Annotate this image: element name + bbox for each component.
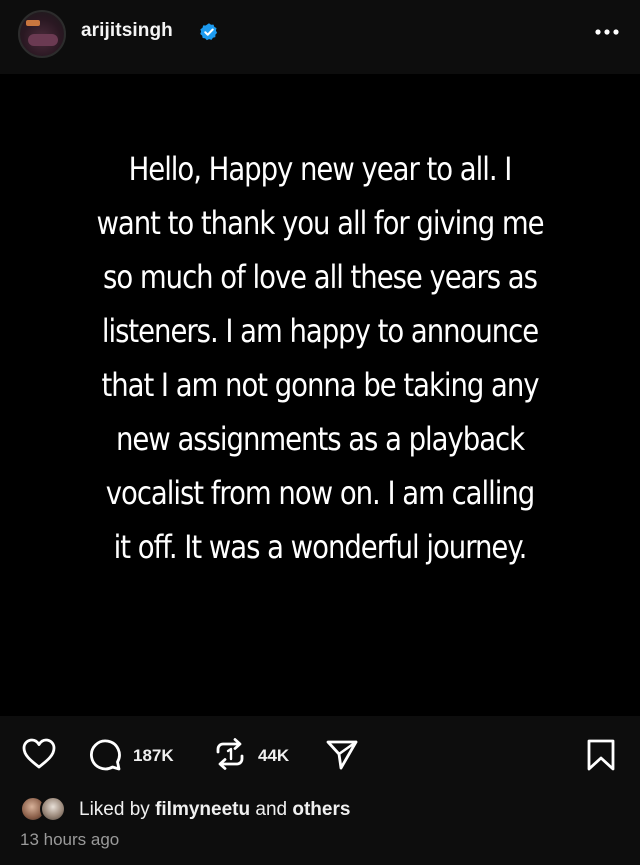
- comment-icon[interactable]: [88, 738, 122, 772]
- repost-count: 44K: [258, 746, 290, 765]
- post-text-line: vocalist from now on. I am calling: [105, 474, 535, 512]
- post-image[interactable]: Hello, Happy new year to all. I want to …: [0, 74, 640, 716]
- post-text-line: it off. It was a wonderful journey.: [113, 528, 528, 566]
- liked-by-others[interactable]: others: [292, 799, 350, 820]
- profile-avatar[interactable]: [18, 10, 66, 58]
- bookmark-icon[interactable]: [586, 738, 616, 772]
- heart-icon[interactable]: [22, 738, 56, 770]
- action-bar: 187K 44K Liked by filmyneetu and others …: [0, 716, 640, 865]
- liked-by-conjunction: and: [255, 799, 288, 820]
- liker-avatars: [20, 796, 74, 824]
- liked-by-prefix: Liked by: [79, 799, 150, 820]
- liker-avatar: [40, 796, 66, 822]
- liked-by-user[interactable]: filmyneetu: [155, 799, 250, 820]
- post-text-line: that I am not gonna be taking any: [101, 366, 539, 404]
- avatar-detail: [26, 20, 40, 26]
- post-timestamp: 13 hours ago: [20, 830, 120, 849]
- more-dots-icon[interactable]: [594, 22, 620, 42]
- post-text-line: Hello, Happy new year to all. I: [128, 150, 513, 188]
- post-text-line: so much of love all these years as: [103, 258, 538, 296]
- avatar-detail: [28, 34, 58, 46]
- post-text-line: listeners. I am happy to announce: [101, 312, 539, 350]
- repost-icon[interactable]: [212, 736, 248, 772]
- post-text-line: new assignments as a playback: [115, 420, 525, 458]
- verified-badge-icon: [200, 23, 218, 41]
- send-icon[interactable]: [325, 738, 359, 772]
- username-link[interactable]: arijitsingh: [81, 20, 173, 42]
- post-text: Hello, Happy new year to all. I want to …: [71, 142, 570, 574]
- post-header: arijitsingh: [0, 0, 640, 74]
- comment-count: 187K: [133, 746, 174, 765]
- post-text-line: want to thank you all for giving me: [96, 204, 544, 242]
- liked-by-text: Liked by filmyneetu and others: [79, 799, 350, 821]
